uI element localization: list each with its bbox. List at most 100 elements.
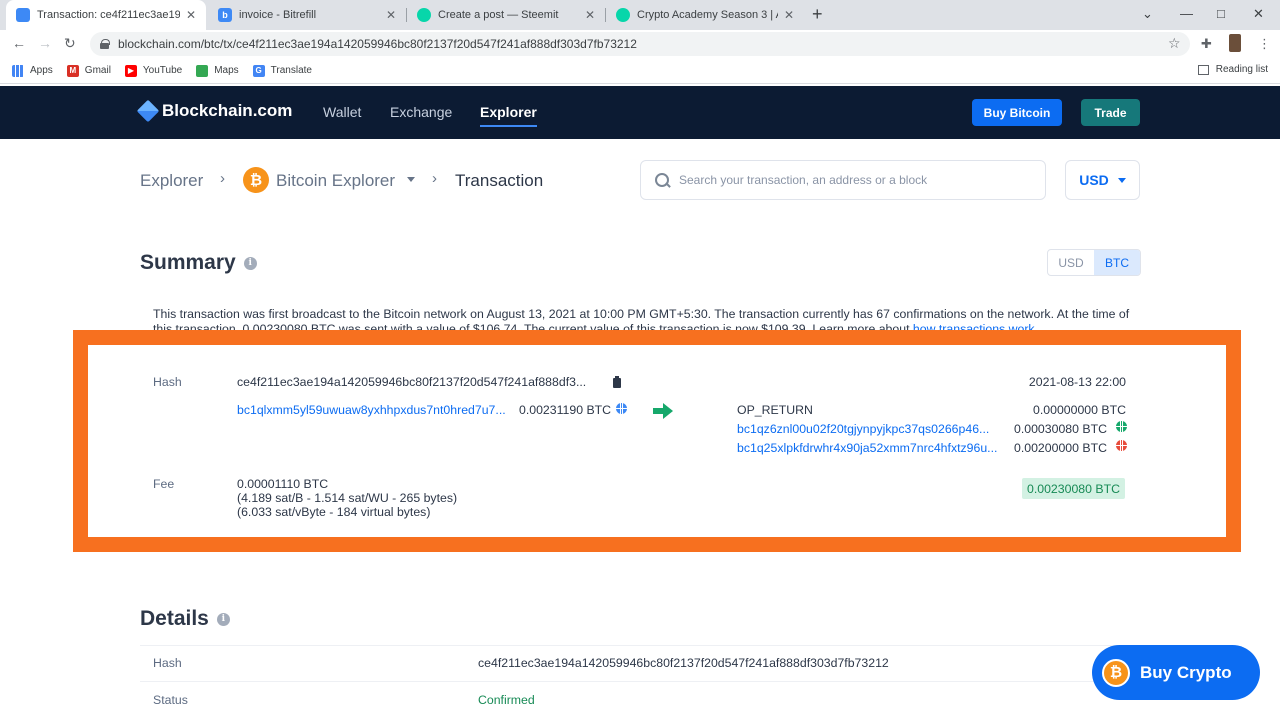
- browser-tab-bar: Transaction: ce4f211ec3ae194a142 ✕ b inv…: [0, 0, 1280, 30]
- breadcrumb-bitcoin-explorer[interactable]: Bitcoin Explorer: [276, 171, 395, 191]
- tab-title: Transaction: ce4f211ec3ae194a142: [37, 9, 180, 21]
- chevron-right-icon: ›: [220, 170, 225, 187]
- globe-icon[interactable]: [1116, 421, 1127, 432]
- bookmark-maps[interactable]: Maps: [196, 64, 239, 77]
- details-title: Details i: [140, 607, 230, 631]
- trade-button[interactable]: Trade: [1081, 99, 1140, 126]
- tx-hash: ce4f211ec3ae194a142059946bc80f2137f20d54…: [237, 375, 587, 389]
- copy-icon[interactable]: [613, 376, 621, 388]
- output-amount: 0.00000000 BTC: [1033, 403, 1126, 417]
- nav-explorer[interactable]: Explorer: [480, 104, 537, 127]
- gmail-icon: M: [66, 64, 79, 77]
- blockchain-favicon-icon: [16, 8, 30, 22]
- back-icon[interactable]: ←: [12, 35, 26, 51]
- input-amount: 0.00231190 BTC: [519, 403, 612, 417]
- url-field[interactable]: blockchain.com/btc/tx/ce4f211ec3ae194a14…: [90, 32, 1190, 56]
- bitcoin-icon: ₿: [1102, 658, 1130, 687]
- translate-icon: G: [252, 64, 265, 77]
- tab-bitrefill[interactable]: b invoice - Bitrefill ✕: [208, 0, 406, 30]
- tab-steemit[interactable]: Create a post — Steemit ✕: [407, 0, 605, 30]
- bitcoin-icon: ₿: [243, 167, 269, 193]
- bookmarks-bar: Apps M Gmail ▶ YouTube Maps G Translate Rea…: [0, 58, 1280, 84]
- details-hash: ce4f211ec3ae194a142059946bc80f2137f20d54…: [478, 656, 889, 670]
- tab-search-icon[interactable]: ⌄: [1142, 6, 1153, 22]
- details-hash-label: Hash: [153, 656, 182, 670]
- search-box[interactable]: [640, 160, 1046, 200]
- divider: [140, 681, 1140, 682]
- close-tab-icon[interactable]: ✕: [784, 8, 794, 22]
- currency-select[interactable]: USD: [1065, 160, 1140, 200]
- search-input[interactable]: [679, 173, 1019, 187]
- extensions-icon[interactable]: ✚: [1201, 36, 1212, 52]
- profile-avatar[interactable]: [1229, 34, 1241, 52]
- bitrefill-favicon-icon: b: [218, 8, 232, 22]
- toggle-btc[interactable]: BTC: [1094, 250, 1140, 275]
- buy-bitcoin-button[interactable]: Buy Bitcoin: [972, 99, 1062, 126]
- buy-crypto-button[interactable]: ₿ Buy Crypto: [1092, 645, 1260, 700]
- tx-timestamp: 2021-08-13 22:00: [1028, 375, 1126, 389]
- breadcrumb-explorer[interactable]: Explorer: [140, 171, 203, 191]
- info-icon[interactable]: i: [243, 256, 257, 270]
- details-status: Confirmed: [478, 693, 535, 707]
- chevron-right-icon: ›: [432, 170, 437, 187]
- reading-list-icon: [1197, 64, 1209, 75]
- search-icon: [655, 172, 670, 188]
- steemit-favicon-icon: [616, 8, 630, 22]
- forward-icon[interactable]: →: [38, 35, 52, 51]
- close-tab-icon[interactable]: ✕: [585, 8, 595, 22]
- output-op-return: OP_RETURN: [737, 403, 813, 417]
- globe-icon[interactable]: [616, 403, 627, 414]
- bookmark-youtube[interactable]: ▶ YouTube: [124, 64, 182, 77]
- menu-icon[interactable]: ⋮: [1258, 36, 1271, 52]
- hash-label: Hash: [153, 375, 182, 389]
- maps-icon: [196, 64, 209, 77]
- close-tab-icon[interactable]: ✕: [386, 8, 396, 22]
- summary-title: Summary i: [140, 251, 257, 275]
- reload-icon[interactable]: ↻: [64, 35, 76, 52]
- globe-icon[interactable]: [1116, 440, 1127, 451]
- new-tab-icon[interactable]: +: [812, 4, 823, 25]
- reading-list[interactable]: Reading list: [1197, 64, 1268, 75]
- minimize-icon[interactable]: —: [1180, 6, 1193, 21]
- close-window-icon[interactable]: ✕: [1253, 6, 1264, 22]
- tab-title: Create a post — Steemit: [438, 9, 559, 21]
- nav-exchange[interactable]: Exchange: [390, 104, 452, 120]
- details-status-label: Status: [153, 693, 188, 707]
- bookmark-star-icon[interactable]: ☆: [1168, 35, 1181, 52]
- input-address-link[interactable]: bc1qlxmm5yl59uwuaw8yxhhpxdus7nt0hred7u7.…: [237, 403, 506, 417]
- blockchain-logo[interactable]: Blockchain.com: [136, 99, 292, 123]
- nav-wallet[interactable]: Wallet: [323, 104, 361, 120]
- output-address-link[interactable]: bc1q25xlpkfdrwhr4x90ja52xmm7nrc4hfxtz96u…: [737, 441, 997, 455]
- tab-transaction[interactable]: Transaction: ce4f211ec3ae194a142 ✕: [6, 0, 206, 30]
- output-amount: 0.00030080 BTC: [1014, 422, 1107, 436]
- output-address-link[interactable]: bc1qz6znl00u02f20tgjynpyjkpc37qs0266p46.…: [737, 422, 989, 436]
- bookmark-apps[interactable]: Apps: [12, 64, 53, 77]
- bookmark-translate[interactable]: G Translate: [252, 64, 312, 77]
- apps-grid-icon: [12, 64, 24, 77]
- tab-title: Crypto Academy Season 3 | Adva: [637, 9, 778, 21]
- url-text: blockchain.com/btc/tx/ce4f211ec3ae194a14…: [118, 37, 637, 51]
- lock-icon: [100, 39, 110, 49]
- fee-rate-vbytes: (6.033 sat/vByte - 184 virtual bytes): [237, 505, 431, 519]
- output-amount: 0.00200000 BTC: [1014, 441, 1107, 455]
- youtube-icon: ▶: [124, 64, 137, 77]
- info-icon[interactable]: i: [216, 612, 230, 626]
- currency-toggle: USD BTC: [1047, 249, 1141, 276]
- total-amount-badge: 0.00230080 BTC: [1022, 478, 1125, 499]
- tab-title: invoice - Bitrefill: [239, 9, 317, 21]
- bookmark-gmail[interactable]: M Gmail: [66, 64, 111, 77]
- maximize-icon[interactable]: □: [1217, 6, 1225, 21]
- chevron-down-icon[interactable]: [407, 177, 415, 182]
- chevron-down-icon: [1117, 177, 1126, 183]
- tab-crypto-academy[interactable]: Crypto Academy Season 3 | Adva ✕: [606, 0, 804, 30]
- address-bar: ← → ↻ blockchain.com/btc/tx/ce4f211ec3ae…: [0, 30, 1280, 58]
- site-header: Blockchain.com Wallet Exchange Explorer …: [0, 86, 1280, 139]
- close-tab-icon[interactable]: ✕: [186, 8, 196, 22]
- divider: [140, 645, 1140, 646]
- toggle-usd[interactable]: USD: [1048, 250, 1094, 275]
- fee-amount: 0.00001110 BTC: [237, 477, 329, 491]
- breadcrumb-transaction: Transaction: [455, 171, 544, 190]
- arrow-right-icon: [653, 403, 673, 419]
- fee-label: Fee: [153, 477, 175, 491]
- steemit-favicon-icon: [417, 8, 431, 22]
